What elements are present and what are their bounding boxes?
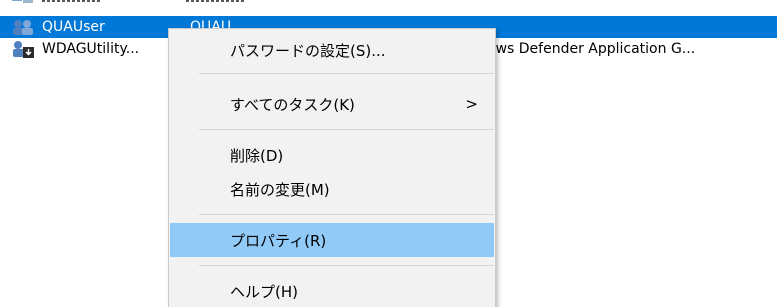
menu-item-label: プロパティ(R): [230, 231, 327, 250]
menu-item-label: ヘルプ(H): [230, 282, 298, 301]
list-item-fullname-partial: [186, 0, 246, 2]
menu-separator: [199, 265, 494, 266]
chevron-right-icon: >: [465, 95, 478, 113]
user-icon: [10, 0, 36, 5]
list-item-partial[interactable]: [0, 0, 777, 4]
menu-item-label: パスワードの設定(S)...: [230, 41, 386, 60]
menu-item-label: 名前の変更(M): [230, 180, 330, 199]
menu-item-label: すべてのタスク(K): [230, 95, 355, 114]
menu-item-set-password[interactable]: パスワードの設定(S)...: [170, 33, 494, 67]
context-menu: パスワードの設定(S)... すべてのタスク(K) > 削除(D) 名前の変更(…: [168, 28, 496, 307]
user-download-icon: [10, 40, 36, 58]
menu-item-rename[interactable]: 名前の変更(M): [170, 172, 494, 206]
menu-separator: [199, 73, 494, 74]
list-item-description: ows Defender Application G...: [487, 41, 696, 57]
menu-item-label: 削除(D): [230, 146, 284, 165]
menu-item-help[interactable]: ヘルプ(H): [170, 274, 494, 307]
menu-item-properties[interactable]: プロパティ(R): [170, 223, 494, 257]
menu-separator: [199, 214, 494, 215]
menu-separator: [199, 129, 494, 130]
user-list-view: QUAUser QUAU WDAGUtility... ows Defender…: [0, 0, 777, 307]
list-item-name: QUAUser: [42, 19, 105, 35]
menu-item-delete[interactable]: 削除(D): [170, 138, 494, 172]
list-item-name: WDAGUtility...: [42, 41, 140, 57]
menu-item-all-tasks[interactable]: すべてのタスク(K) >: [170, 87, 494, 121]
user-icon: [10, 18, 36, 36]
list-item-name-partial: [42, 0, 102, 2]
